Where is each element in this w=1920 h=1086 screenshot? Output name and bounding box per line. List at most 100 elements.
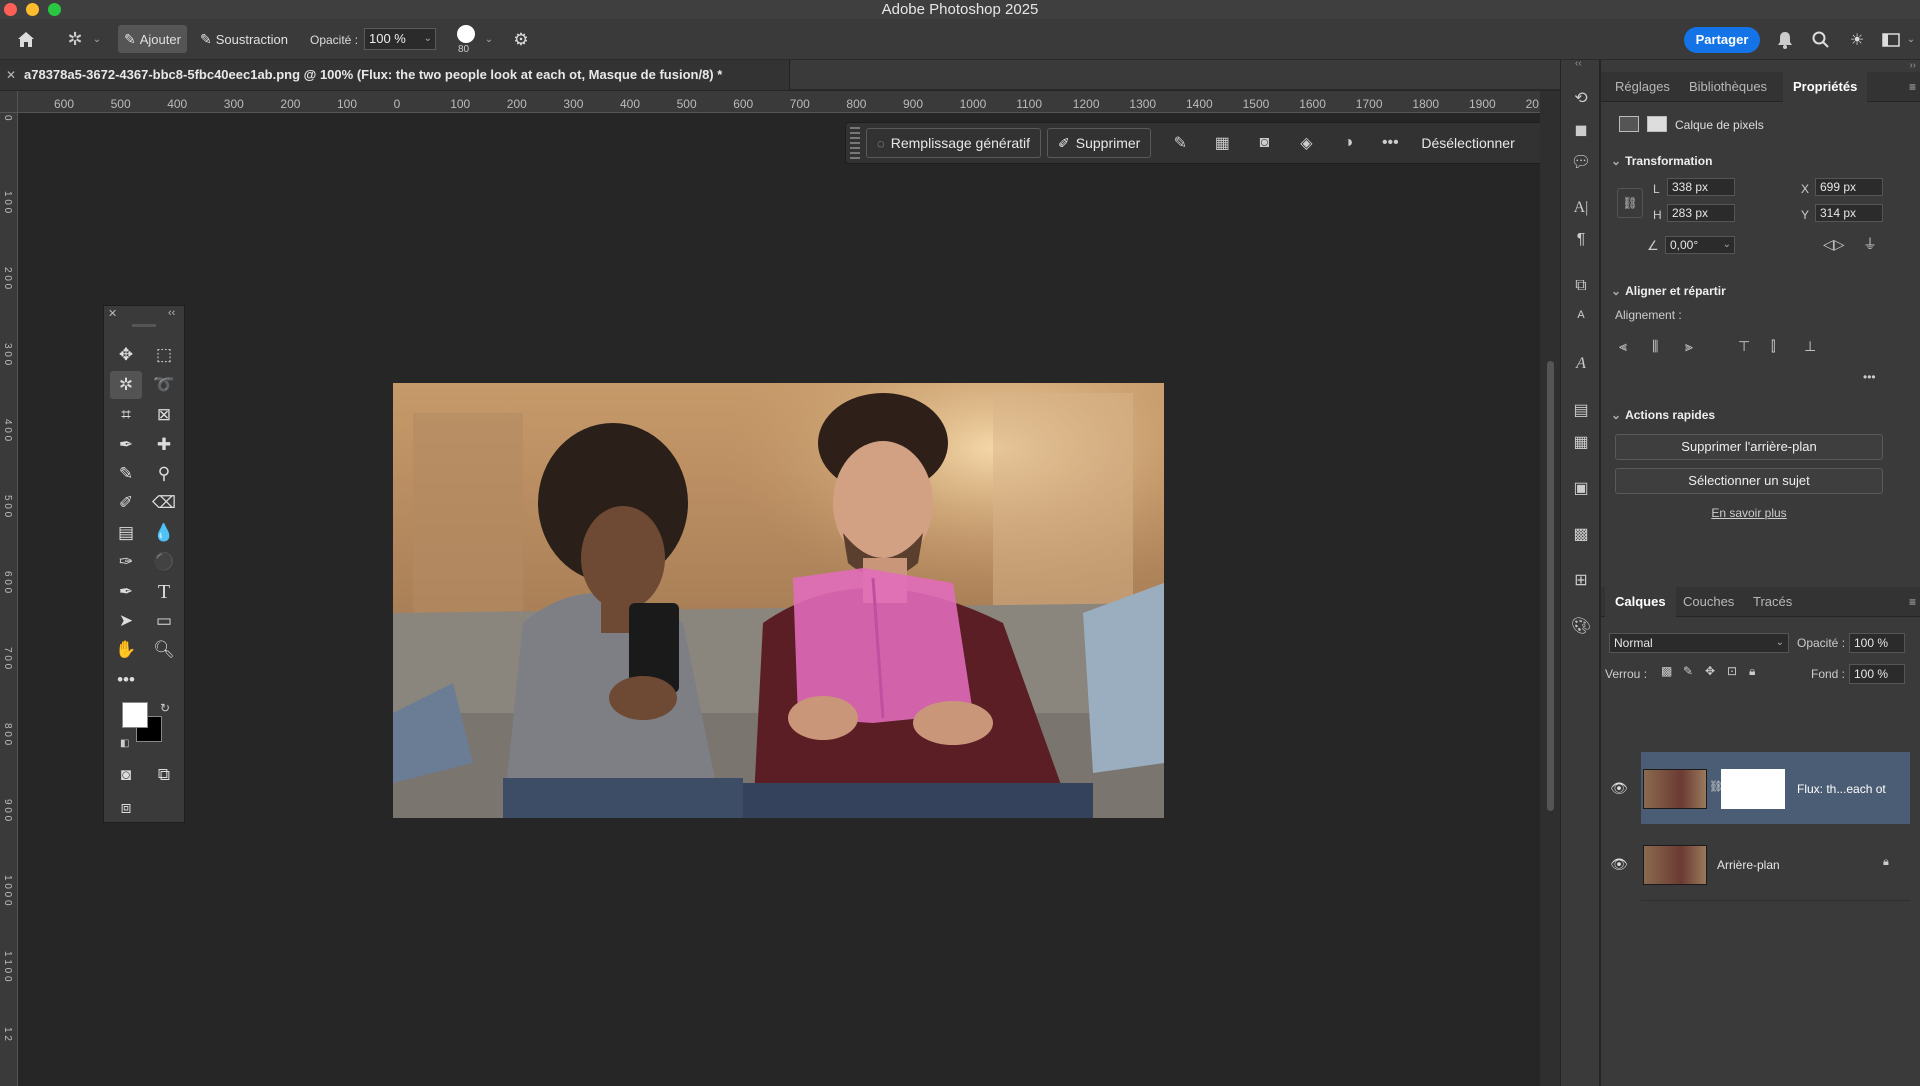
panel-menu-icon[interactable]: ≡ xyxy=(1909,80,1916,94)
quick-selection-tool-preset-icon[interactable]: ✲ xyxy=(62,27,88,51)
subtract-selection-button[interactable]: ✎ Soustraction xyxy=(194,25,294,53)
flip-horizontal-icon[interactable]: ◁▷ xyxy=(1823,236,1845,253)
zoom-tool-icon[interactable]: 🔍︎ xyxy=(148,636,180,664)
layers-panel-menu-icon[interactable]: ≡ xyxy=(1909,595,1916,609)
brush-tool-icon[interactable]: ✎ xyxy=(110,460,142,488)
move-tool-icon[interactable]: ✥ xyxy=(110,341,142,369)
canvas-vertical-scrollbar[interactable] xyxy=(1540,91,1560,1086)
quick-selection-tool-icon[interactable]: ✲ xyxy=(110,371,142,399)
fill-input[interactable]: 100 % xyxy=(1849,664,1905,684)
tab-adjustments[interactable]: Réglages xyxy=(1605,72,1680,102)
rectangle-tool-icon[interactable]: ▭ xyxy=(148,607,180,635)
paragraph-styles-icon[interactable]: ⧉ xyxy=(1569,274,1593,298)
remove-button[interactable]: ✐ Supprimer xyxy=(1047,128,1152,158)
lightbulb-icon[interactable]: ☀ xyxy=(1846,29,1868,51)
blur-tool-icon[interactable]: 💧 xyxy=(148,519,180,547)
swatches-icon[interactable]: ⊞ xyxy=(1569,568,1593,592)
modify-selection-icon[interactable]: ✎ xyxy=(1159,128,1201,158)
patterns-icon[interactable]: ▩ xyxy=(1569,522,1593,546)
gradients-icon[interactable]: ▣ xyxy=(1569,476,1593,500)
chevron-down-icon[interactable]: ⌄ xyxy=(90,31,104,47)
close-icon[interactable]: ✕ xyxy=(108,307,117,320)
invert-selection-icon[interactable]: ▦ xyxy=(1201,128,1243,158)
layer-opacity-input[interactable]: 100 % xyxy=(1849,633,1905,653)
align-center-horizontal-icon[interactable]: ⫼ xyxy=(1652,338,1658,355)
tab-properties[interactable]: Propriétés xyxy=(1783,72,1868,102)
height-input[interactable]: 283 px xyxy=(1667,204,1735,222)
brush-size-picker[interactable]: 80 xyxy=(454,23,482,57)
workspace-icon[interactable] xyxy=(1880,29,1902,51)
default-colors-icon[interactable]: ◧ xyxy=(120,738,129,749)
healing-brush-tool-icon[interactable]: ✚ xyxy=(148,431,180,459)
align-section-header[interactable]: ⌄ Aligner et répartir xyxy=(1611,284,1726,298)
mask-icon[interactable]: ◙ xyxy=(1243,128,1285,158)
adjustment-icon[interactable]: ◑ xyxy=(1327,128,1369,158)
history-brush-tool-icon[interactable]: ✐ xyxy=(110,489,142,517)
tab-libraries[interactable]: Bibliothèques xyxy=(1679,72,1777,102)
y-input[interactable]: 314 px xyxy=(1815,204,1883,222)
comments-icon[interactable]: 💬︎ xyxy=(1569,150,1593,174)
add-selection-button[interactable]: ✎ Ajouter xyxy=(118,25,187,53)
screen-mode-icon[interactable]: ⧉ xyxy=(148,761,180,789)
minimize-window-button[interactable] xyxy=(26,3,39,16)
quick-actions-section-header[interactable]: ⌄ Actions rapides xyxy=(1611,408,1715,422)
history-icon[interactable]: ⟲ xyxy=(1569,86,1593,110)
tab-paths[interactable]: Tracés xyxy=(1743,587,1802,617)
eraser-tool-icon[interactable]: ⌫ xyxy=(148,489,180,517)
close-tab-icon[interactable]: ✕ xyxy=(6,60,16,90)
actions-icon[interactable]: ◼ xyxy=(1569,118,1593,142)
lock-artboard-icon[interactable]: ⊡ xyxy=(1727,664,1737,678)
character-icon[interactable]: A| xyxy=(1569,196,1593,220)
pen-tool-icon[interactable]: ✒ xyxy=(110,578,142,606)
x-input[interactable]: 699 px xyxy=(1815,178,1883,196)
marquee-tool-icon[interactable]: ⬚ xyxy=(148,341,180,369)
deselect-button[interactable]: Désélectionner xyxy=(1411,128,1524,158)
tab-channels[interactable]: Couches xyxy=(1673,587,1744,617)
align-right-icon[interactable]: ⫸ xyxy=(1685,338,1693,355)
eyedropper-tool-icon[interactable]: ✒ xyxy=(110,431,142,459)
document-image[interactable] xyxy=(393,383,1164,818)
notes-icon[interactable]: ▦ xyxy=(1569,430,1593,454)
flip-vertical-icon[interactable]: ⏚ xyxy=(1863,234,1877,254)
libraries-icon[interactable]: ▤ xyxy=(1569,398,1593,422)
link-dimensions-icon[interactable]: ⛓ xyxy=(1617,188,1643,218)
learn-more-link[interactable]: En savoir plus xyxy=(1615,506,1883,520)
eye-icon[interactable]: 👁︎ xyxy=(1609,854,1629,874)
align-middle-vertical-icon[interactable]: ⫿ xyxy=(1771,338,1775,355)
more-tools-icon[interactable]: ••• xyxy=(110,666,142,694)
crop-tool-icon[interactable]: ⌗ xyxy=(110,401,142,429)
drag-handle-icon[interactable] xyxy=(850,127,860,159)
chevron-down-icon[interactable]: ⌄ xyxy=(1723,237,1731,253)
tab-layers[interactable]: Calques xyxy=(1605,587,1676,617)
swap-colors-icon[interactable]: ↻ xyxy=(160,701,170,715)
more-align-options-icon[interactable]: ••• xyxy=(1863,370,1876,384)
document-tab[interactable]: ✕ a78378a5-3672-4367-bbc8-5fbc40eec1ab.p… xyxy=(0,60,790,90)
chevron-down-icon[interactable]: ⌄ xyxy=(482,31,496,47)
maximize-window-button[interactable] xyxy=(48,3,61,16)
generative-fill-button[interactable]: ◌ Remplissage génératif xyxy=(866,128,1042,158)
lock-position-icon[interactable]: ✥ xyxy=(1705,664,1715,678)
opacity-input[interactable]: 100 % ⌄ xyxy=(364,28,436,50)
width-input[interactable]: 338 px xyxy=(1667,178,1735,196)
angle-input[interactable]: 0,00° ⌄ xyxy=(1665,236,1735,254)
fill-bucket-icon[interactable]: ◈ xyxy=(1285,128,1327,158)
transform-section-header[interactable]: ⌄ Transformation xyxy=(1611,154,1712,168)
align-bottom-icon[interactable]: ⊥ xyxy=(1804,338,1816,355)
scrollbar-thumb[interactable] xyxy=(1547,361,1554,811)
paragraph-icon[interactable]: ¶ xyxy=(1569,228,1593,252)
hand-tool-icon[interactable]: ✋ xyxy=(110,636,142,664)
character-styles-icon[interactable]: ᴬ xyxy=(1569,306,1593,330)
toolbox-grip[interactable] xyxy=(132,324,156,327)
lock-pixels-icon[interactable]: ✎ xyxy=(1683,664,1693,678)
type-tool-icon[interactable]: T xyxy=(148,578,180,606)
quick-mask-icon[interactable]: ◙ xyxy=(110,761,142,789)
eye-icon[interactable]: 👁︎ xyxy=(1609,778,1629,798)
align-top-icon[interactable]: ⊤ xyxy=(1738,338,1750,355)
dodge-tool-icon[interactable]: ✑ xyxy=(110,548,142,576)
color-icon[interactable]: 🎨︎ xyxy=(1569,614,1593,638)
layer-mask-icon[interactable] xyxy=(1647,116,1667,132)
close-window-button[interactable] xyxy=(4,3,17,16)
select-subject-button[interactable]: Sélectionner un sujet xyxy=(1615,468,1883,494)
layer-mask-thumbnail[interactable] xyxy=(1721,769,1785,809)
lock-transparency-icon[interactable]: ▩ xyxy=(1661,664,1672,678)
